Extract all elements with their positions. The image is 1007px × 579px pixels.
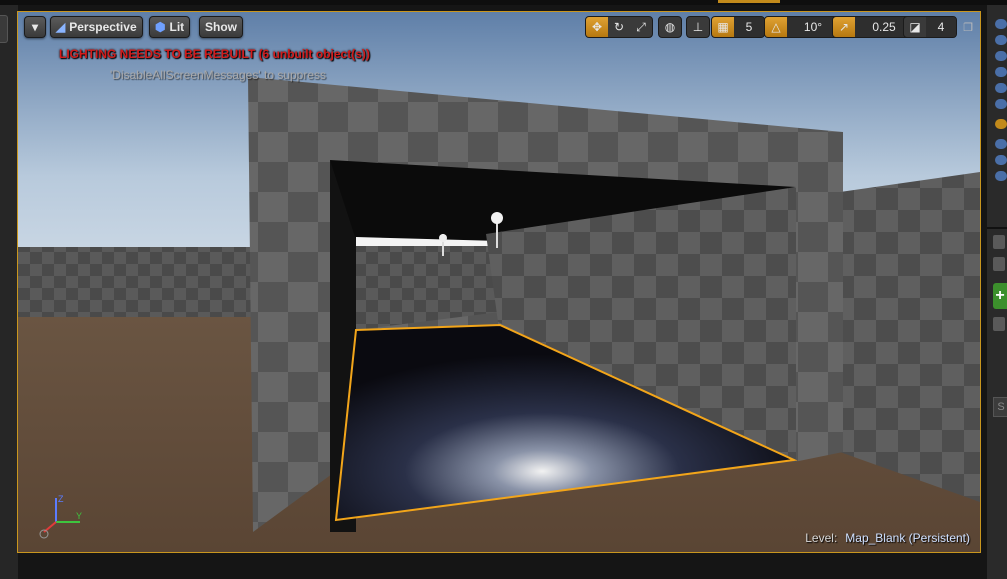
search-details-input[interactable]: S [993, 397, 1007, 417]
left-panel-tab[interactable] [0, 15, 8, 43]
visibility-eye-icon[interactable] [995, 171, 1007, 181]
show-label: Show [205, 20, 237, 34]
suppress-hint-message: 'DisableAllScreenMessages' to suppress [110, 68, 327, 82]
translate-icon[interactable]: ✥ [586, 17, 608, 37]
grid-snap-value[interactable]: 5 [734, 17, 764, 37]
component-icon[interactable] [993, 257, 1005, 271]
level-indicator: Level: Map_Blank (Persistent) [805, 531, 970, 545]
surface-snap-icon[interactable]: ⊥ [687, 17, 709, 37]
camera-speed-icon[interactable]: ◪ [904, 17, 926, 37]
viewport-options-button[interactable]: ▾ [24, 16, 46, 38]
scale-icon[interactable]: ⤢ [630, 17, 652, 37]
scale-snap-icon[interactable]: ↗ [833, 17, 855, 37]
details-info-icon[interactable] [993, 235, 1005, 249]
perspective-button[interactable]: ◢ Perspective [50, 16, 143, 38]
blueprint-icon[interactable] [993, 317, 1005, 331]
svg-text:Y: Y [76, 511, 82, 521]
globe-icon[interactable]: ◍ [659, 17, 681, 37]
coordinate-system-group: ◍ [658, 16, 682, 38]
visibility-eye-icon[interactable] [995, 99, 1007, 109]
lighting-warning-message: LIGHTING NEEDS TO BE REBUILT (6 unbuilt … [59, 47, 370, 61]
rotation-snap-group: △ 10° [764, 16, 840, 38]
surface-snap-group: ⊥ [686, 16, 710, 38]
chevron-down-icon: ▾ [31, 20, 39, 34]
camera-speed-value[interactable]: 4 [926, 17, 956, 37]
perspective-label: Perspective [69, 20, 137, 34]
rotate-icon[interactable]: ↻ [608, 17, 630, 37]
lit-button[interactable]: ⬢ Lit [149, 16, 191, 38]
scale-snap-group: ↗ 0.25 [832, 16, 914, 38]
level-label: Level: [805, 531, 838, 545]
lit-label: Lit [169, 20, 185, 34]
scene-render[interactable] [18, 12, 980, 552]
lit-sphere-icon: ⬢ [155, 20, 166, 34]
grid-snap-group: ▦ 5 [711, 16, 765, 38]
visibility-eye-icon[interactable] [995, 51, 1007, 61]
add-component-button[interactable]: + [993, 283, 1007, 309]
visibility-eye-icon[interactable] [995, 67, 1007, 77]
grid-icon[interactable]: ▦ [712, 17, 734, 37]
panel-divider [987, 227, 1007, 229]
active-tab-highlight [718, 0, 780, 3]
transform-tools-group: ✥ ↻ ⤢ [585, 16, 653, 38]
svg-text:Z: Z [58, 494, 64, 504]
top-strip [0, 0, 1007, 5]
visibility-eye-icon[interactable] [995, 119, 1007, 129]
visibility-eye-icon[interactable] [995, 35, 1007, 45]
level-name: Map_Blank (Persistent) [845, 531, 970, 545]
left-panel-edge [0, 5, 18, 579]
camera-speed-group: ◪ 4 [903, 16, 957, 38]
axis-gizmo: Z Y [39, 494, 82, 539]
visibility-eye-icon[interactable] [995, 19, 1007, 29]
visibility-eye-icon[interactable] [995, 155, 1007, 165]
angle-icon[interactable]: △ [765, 17, 787, 37]
right-panel: + S [987, 5, 1007, 579]
maximize-icon[interactable]: ❐ [960, 17, 976, 37]
perspective-icon: ◢ [56, 20, 66, 34]
show-button[interactable]: Show [199, 16, 243, 38]
visibility-eye-icon[interactable] [995, 83, 1007, 93]
level-viewport[interactable]: ▾ ◢ Perspective ⬢ Lit Show ✥ ↻ ⤢ ◍ ⊥ ▦ 5… [17, 11, 981, 553]
visibility-eye-icon[interactable] [995, 139, 1007, 149]
